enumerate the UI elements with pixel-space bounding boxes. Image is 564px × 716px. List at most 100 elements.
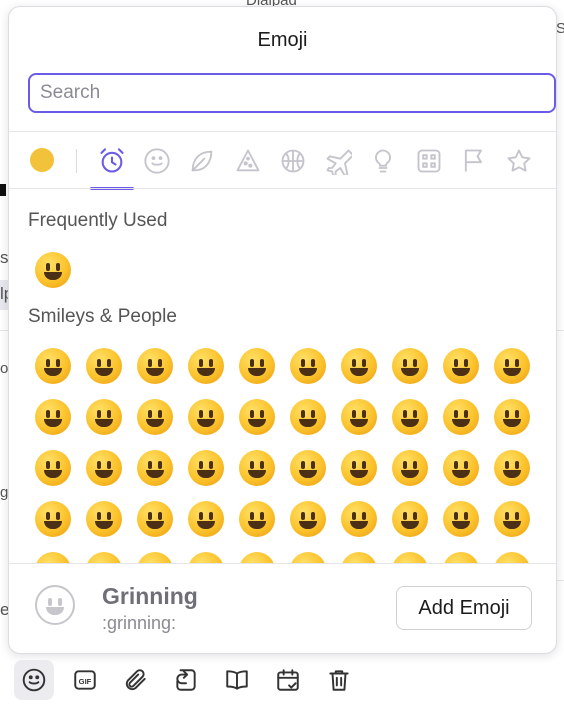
emoji-item[interactable] [494,501,530,537]
emoji-item[interactable] [341,399,377,435]
background-divider [556,580,564,581]
emoji-item[interactable] [392,399,428,435]
emoji-item[interactable] [290,501,326,537]
emoji-item[interactable] [239,501,275,537]
emoji-item[interactable] [341,552,377,563]
delete-button[interactable] [319,660,359,700]
preview-emoji-icon [35,585,75,625]
emoji-item[interactable] [137,450,173,486]
emoji-item[interactable] [86,399,122,435]
emoji-item[interactable] [290,348,326,384]
basketball-icon [281,149,305,173]
background-divider [0,330,8,331]
divider [9,131,556,132]
emoji-icon [22,668,46,692]
emoji-button[interactable] [14,660,54,700]
emoji-picker: Emoji Search Frequently Used Smileys & P… [8,6,557,654]
gif-icon: GIF [74,670,96,690]
emoji-item[interactable] [443,450,479,486]
emoji-item[interactable] [341,501,377,537]
emoji-item[interactable] [392,501,428,537]
background-text-fragment: S [556,20,564,37]
emoji-item[interactable] [137,399,173,435]
emoji-item[interactable] [443,348,479,384]
emoji-item[interactable] [443,501,479,537]
tab-activity[interactable] [271,133,315,189]
tab-recent[interactable] [90,133,134,190]
emoji-item[interactable] [443,399,479,435]
gif-button[interactable]: GIF [65,660,105,700]
reply-button[interactable] [166,660,206,700]
emoji-item[interactable] [392,552,428,563]
emoji-item[interactable] [392,348,428,384]
emoji-item[interactable] [341,348,377,384]
tab-food[interactable] [226,133,270,189]
emoji-item[interactable] [35,252,71,288]
preview-emoji-name: Grinning [102,583,198,609]
background-divider [556,330,564,331]
emoji-item[interactable] [494,450,530,486]
star-icon [507,149,531,172]
emoji-item[interactable] [35,348,71,384]
section-title-frequently-used: Frequently Used [28,210,168,231]
emoji-item[interactable] [35,399,71,435]
emoji-item[interactable] [494,348,530,384]
emoji-item[interactable] [443,552,479,563]
tab-flags[interactable] [452,133,496,189]
tab-symbols[interactable] [407,133,451,189]
emoji-search-input[interactable] [28,73,556,113]
background-dark-mark [0,184,6,196]
reply-icon [176,669,196,691]
flag-icon [464,149,482,172]
airplane-icon [326,149,352,175]
preview-emoji-shortcode: :grinning: [102,613,177,633]
knowledge-base-button[interactable] [217,660,257,700]
emoji-item[interactable] [341,450,377,486]
emoji-item[interactable] [188,501,224,537]
emoji-item[interactable] [239,552,275,563]
emoji-item[interactable] [137,501,173,537]
emoji-item[interactable] [239,399,275,435]
tab-nature[interactable] [180,133,224,189]
emoji-item[interactable] [86,450,122,486]
emoji-item[interactable] [35,552,71,563]
emoji-item[interactable] [290,450,326,486]
trash-icon [329,670,349,691]
symbols-icon [417,149,441,173]
tab-favorites[interactable] [497,133,541,189]
smiley-face-icon [144,148,170,174]
emoji-item[interactable] [239,348,275,384]
book-icon [226,670,248,690]
emoji-picker-title: Emoji [257,29,308,51]
emoji-item[interactable] [86,552,122,563]
emoji-item[interactable] [188,450,224,486]
emoji-item[interactable] [35,450,71,486]
calendar-check-icon [277,669,299,691]
tab-objects[interactable] [361,133,405,189]
emoji-item[interactable] [239,450,275,486]
emoji-item[interactable] [137,552,173,563]
add-emoji-button[interactable]: Add Emoji [396,586,532,630]
emoji-item[interactable] [494,552,530,563]
emoji-item[interactable] [86,501,122,537]
emoji-item[interactable] [290,399,326,435]
emoji-list: Frequently Used Smileys & People [9,190,556,563]
emoji-item[interactable] [188,399,224,435]
emoji-item[interactable] [494,399,530,435]
tab-travel[interactable] [316,133,360,189]
tab-smileys[interactable] [135,133,179,189]
emoji-item[interactable] [86,348,122,384]
emoji-item[interactable] [392,450,428,486]
emoji-item[interactable] [188,552,224,563]
emoji-item[interactable] [188,348,224,384]
schedule-button[interactable] [268,660,308,700]
emoji-item[interactable] [35,501,71,537]
paperclip-icon [125,669,146,691]
emoji-item[interactable] [290,552,326,563]
divider [9,188,556,189]
emoji-item[interactable] [137,348,173,384]
attach-file-button[interactable] [116,660,156,700]
svg-text:GIF: GIF [79,677,92,686]
alarm-clock-icon [100,148,124,173]
lightbulb-icon [375,149,391,173]
